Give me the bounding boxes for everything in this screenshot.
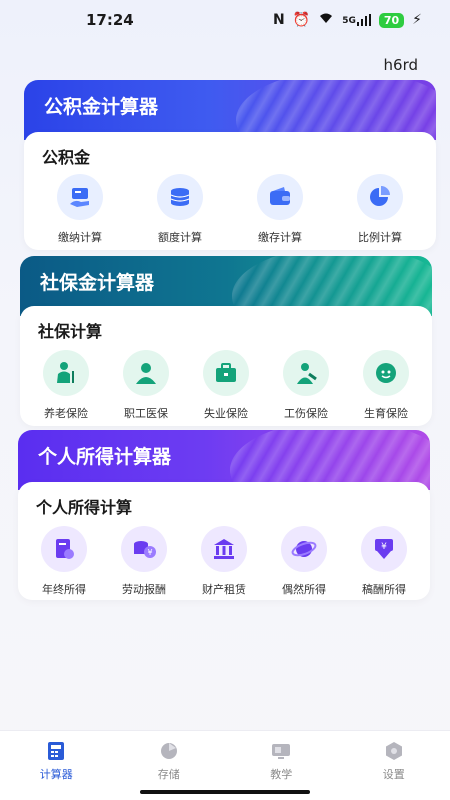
item-label: 缴存计算 <box>258 231 302 244</box>
item-maternity[interactable]: 生育保险 <box>347 350 425 421</box>
card-personal-income: 个人所得计算 年终所得 ¥ 劳动报酬 财产租赁 偶然所得 ¥ 稿酬所得 <box>18 482 430 600</box>
status-bar: 17:24 N ⏰ 5G 70 ⚡ <box>0 0 450 40</box>
section-personal-income: 个人所得计算器 个人所得计算 年终所得 ¥ 劳动报酬 财产租赁 偶然所得 ¥ 稿… <box>18 430 430 600</box>
charging-icon: ⚡ <box>412 12 422 28</box>
card-title: 个人所得计算 <box>36 498 133 517</box>
item-label: 职工医保 <box>124 407 168 420</box>
baby-icon <box>363 350 409 396</box>
item-label: 失业保险 <box>204 407 248 420</box>
item-label: 年终所得 <box>42 583 86 596</box>
pie-chart-icon <box>357 174 403 220</box>
item-label: 稿酬所得 <box>362 583 406 596</box>
battery-icon: 70 <box>378 12 405 28</box>
document-chart-icon <box>41 526 87 572</box>
banner-housing-fund[interactable]: 公积金计算器 <box>24 80 436 140</box>
yen-download-icon: ¥ <box>361 526 407 572</box>
svg-text:¥: ¥ <box>147 548 152 557</box>
item-ratio-calc[interactable]: 比例计算 <box>341 174 419 245</box>
card-title: 公积金 <box>42 148 91 167</box>
home-indicator[interactable] <box>140 790 310 794</box>
item-label: 生育保险 <box>364 407 408 420</box>
banner-title: 社保金计算器 <box>40 272 155 294</box>
tab-calculator[interactable]: 计算器 <box>16 741 96 800</box>
svg-text:¥: ¥ <box>381 542 387 552</box>
storage-icon <box>160 743 177 759</box>
item-grid: 年终所得 ¥ 劳动报酬 财产租赁 偶然所得 ¥ 稿酬所得 <box>24 526 424 597</box>
banner-title: 个人所得计算器 <box>38 446 172 468</box>
tab-label: 教学 <box>270 768 293 781</box>
section-social-security: 社保金计算器 社保计算 养老保险 职工医保 失业保险 工伤保险 生育保险 <box>20 256 432 426</box>
network-type: 5G <box>342 16 356 26</box>
tab-label: 计算器 <box>39 768 73 781</box>
tab-label: 存储 <box>157 768 180 781</box>
section-housing-fund: 公积金计算器 公积金 缴纳计算 额度计算 缴存计算 比例计算 <box>24 80 436 250</box>
coins-stack-icon <box>157 174 203 220</box>
item-grid: 养老保险 职工医保 失业保险 工伤保险 生育保险 <box>26 350 426 421</box>
status-icons: N ⏰ 5G 70 ⚡ <box>273 12 422 28</box>
signal-icon: 5G <box>342 14 371 26</box>
item-label: 劳动报酬 <box>122 583 166 596</box>
card-title: 社保计算 <box>38 322 103 341</box>
settings-icon <box>385 742 402 760</box>
worker-icon <box>123 350 169 396</box>
banner-title: 公积金计算器 <box>44 96 159 118</box>
item-work-injury[interactable]: 工伤保险 <box>267 350 345 421</box>
item-label: 财产租赁 <box>202 583 246 596</box>
item-accidental-income[interactable]: 偶然所得 <box>265 526 343 597</box>
item-property-lease[interactable]: 财产租赁 <box>185 526 263 597</box>
item-label: 偶然所得 <box>282 583 326 596</box>
elderly-icon <box>43 350 89 396</box>
wifi-icon <box>318 12 334 28</box>
item-quota-calc[interactable]: 额度计算 <box>141 174 219 245</box>
tab-label: 设置 <box>382 768 405 781</box>
nfc-icon: N <box>273 12 285 28</box>
item-pension[interactable]: 养老保险 <box>27 350 105 421</box>
injury-icon <box>283 350 329 396</box>
alarm-icon: ⏰ <box>292 12 311 28</box>
card-hand-icon <box>57 174 103 220</box>
item-grid: 缴纳计算 额度计算 缴存计算 比例计算 <box>30 174 430 245</box>
status-time: 17:24 <box>86 11 134 29</box>
calculator-icon <box>48 742 65 760</box>
item-medical[interactable]: 职工医保 <box>107 350 185 421</box>
card-social-security: 社保计算 养老保险 职工医保 失业保险 工伤保险 生育保险 <box>20 306 432 426</box>
item-label: 缴纳计算 <box>58 231 102 244</box>
briefcase-icon <box>203 350 249 396</box>
banner-personal-income[interactable]: 个人所得计算器 <box>18 430 430 490</box>
coins-yen-icon: ¥ <box>121 526 167 572</box>
bank-icon <box>201 526 247 572</box>
teaching-icon <box>272 744 291 759</box>
item-labor-pay[interactable]: ¥ 劳动报酬 <box>105 526 183 597</box>
item-unemployment[interactable]: 失业保险 <box>187 350 265 421</box>
orbit-icon <box>281 526 327 572</box>
item-label: 比例计算 <box>358 231 402 244</box>
tab-settings[interactable]: 设置 <box>354 741 434 800</box>
card-housing-fund: 公积金 缴纳计算 额度计算 缴存计算 比例计算 <box>24 132 436 250</box>
item-year-end-income[interactable]: 年终所得 <box>25 526 103 597</box>
user-name[interactable]: h6rd <box>384 56 418 74</box>
item-label: 养老保险 <box>44 407 88 420</box>
item-payment-calc[interactable]: 缴纳计算 <box>41 174 119 245</box>
wallet-icon <box>257 174 303 220</box>
item-deposit-calc[interactable]: 缴存计算 <box>241 174 319 245</box>
item-royalty-income[interactable]: ¥ 稿酬所得 <box>345 526 423 597</box>
item-label: 额度计算 <box>158 231 202 244</box>
item-label: 工伤保险 <box>284 407 328 420</box>
